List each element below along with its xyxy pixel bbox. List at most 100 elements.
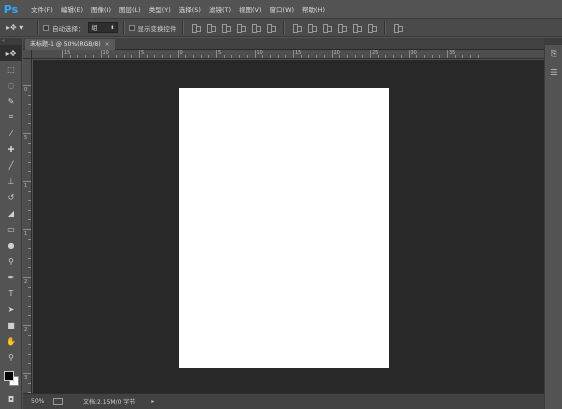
pen-tool-icon[interactable]: ✒ — [0, 269, 22, 285]
tools-panel: « ▸✥ ⬚ ◌ ✎ ⌗ ⁄ ✚ ╱ ⊥ ↺ ◢ ▭ ● ⚲ ✒ T ➤ ■ ✋… — [0, 38, 22, 409]
menu-select[interactable]: 选择(S) — [175, 4, 205, 14]
document-info-icon[interactable] — [53, 398, 63, 405]
distribute-hcenter-icon[interactable] — [352, 23, 362, 33]
distribute-left-icon[interactable] — [337, 23, 347, 33]
marquee-tool-icon[interactable]: ⬚ — [0, 61, 22, 77]
status-menu-arrow-icon[interactable]: ▸ — [151, 398, 154, 405]
align-vcenter-icon[interactable] — [206, 23, 216, 33]
align-top-icon[interactable] — [191, 23, 201, 33]
dodge-tool-icon[interactable]: ⚲ — [0, 253, 22, 269]
ruler-minor-tick — [28, 286, 31, 288]
distribute-bottom-icon[interactable] — [322, 23, 332, 33]
ruler-minor-tick — [300, 55, 302, 58]
auto-select-value: 组 — [91, 25, 98, 32]
color-swatches — [0, 365, 22, 391]
history-panel-icon[interactable]: ⎘ — [545, 45, 562, 63]
eraser-tool-icon[interactable]: ◢ — [0, 205, 22, 221]
ruler-minor-tick — [28, 257, 31, 259]
close-icon[interactable]: × — [105, 41, 110, 48]
divider — [383, 21, 385, 34]
move-tool-icon[interactable]: ▸✥ ▾ — [6, 20, 32, 35]
document-canvas[interactable] — [179, 88, 389, 368]
ruler-minor-tick — [28, 267, 31, 269]
ruler-tick — [23, 85, 31, 86]
history-brush-tool-icon[interactable]: ↺ — [0, 189, 22, 205]
path-select-tool-icon[interactable]: ➤ — [0, 301, 22, 317]
ruler-tick — [139, 50, 140, 58]
ruler-minor-tick — [28, 315, 31, 317]
type-tool-icon[interactable]: T — [0, 285, 22, 301]
align-right-icon[interactable] — [266, 23, 276, 33]
ruler-minor-tick — [385, 55, 387, 58]
ruler-minor-tick — [28, 334, 31, 336]
divider — [37, 21, 38, 34]
ruler-tick — [23, 229, 31, 230]
ruler-minor-tick — [28, 296, 31, 298]
ruler-minor-tick — [28, 382, 31, 384]
menu-edit[interactable]: 编辑(E) — [57, 4, 87, 14]
auto-align-icon[interactable] — [393, 23, 403, 33]
distribute-vcenter-icon[interactable] — [307, 23, 317, 33]
divider — [181, 21, 183, 34]
blur-tool-icon[interactable]: ● — [0, 237, 22, 253]
crop-tool-icon[interactable]: ⌗ — [0, 109, 22, 125]
zoom-level[interactable]: 50% — [31, 398, 49, 405]
ruler-tick — [23, 277, 31, 278]
distribute-top-icon[interactable] — [292, 23, 302, 33]
quick-mask-icon[interactable]: ◘ — [0, 391, 22, 407]
ruler-minor-tick — [316, 55, 318, 58]
ruler-tick — [293, 50, 294, 58]
menu-view[interactable]: 视图(V) — [235, 4, 266, 14]
ruler-minor-tick — [477, 55, 479, 58]
vertical-ruler[interactable]: 0 5 1 1 2 2 3 — [23, 59, 32, 393]
ruler-minor-tick — [123, 55, 125, 58]
ruler-minor-tick — [28, 123, 31, 125]
brush-tool-icon[interactable]: ╱ — [0, 157, 22, 173]
ruler-minor-tick — [28, 113, 31, 115]
ruler-minor-tick — [28, 142, 31, 144]
move-tool-icon[interactable]: ▸✥ — [0, 45, 22, 61]
auto-select-dropdown[interactable]: 组 ⬍ — [87, 22, 118, 33]
menu-type[interactable]: 类型(Y) — [145, 4, 175, 14]
ruler-minor-tick — [28, 219, 31, 221]
foreground-color-swatch[interactable] — [4, 371, 14, 381]
auto-select-label: 自动选择： — [52, 24, 85, 33]
ruler-minor-tick — [28, 161, 31, 163]
zoom-tool-icon[interactable]: ⚲ — [0, 349, 22, 365]
distribute-right-icon[interactable] — [367, 23, 377, 33]
transform-controls-checkbox[interactable] — [128, 24, 135, 31]
ruler-minor-tick — [28, 344, 31, 346]
ruler-minor-tick — [262, 55, 264, 58]
ruler-label: 1 — [24, 183, 28, 189]
transform-controls-label: 显示变换控件 — [137, 24, 177, 33]
menu-help[interactable]: 帮助(H) — [298, 4, 329, 14]
properties-panel-icon[interactable]: ☰ — [545, 63, 562, 81]
shape-tool-icon[interactable]: ■ — [0, 317, 22, 333]
clone-stamp-tool-icon[interactable]: ⊥ — [0, 173, 22, 189]
panel-expand-icon[interactable] — [545, 38, 562, 45]
menu-filter[interactable]: 滤镜(T) — [205, 4, 235, 14]
align-hcenter-icon[interactable] — [251, 23, 261, 33]
healing-brush-tool-icon[interactable]: ✚ — [0, 141, 22, 157]
ruler-tick — [216, 50, 217, 58]
ruler-tick — [23, 133, 31, 134]
menu-file[interactable]: 文件(F) — [27, 4, 57, 14]
document-tab[interactable]: 未标题-1 @ 50%(RGB/8) × — [25, 39, 115, 50]
panel-collapse-icon[interactable]: « — [0, 38, 21, 45]
hand-tool-icon[interactable]: ✋ — [0, 333, 22, 349]
menu-image[interactable]: 图像(I) — [87, 4, 115, 14]
auto-select-checkbox[interactable] — [43, 24, 49, 31]
horizontal-ruler[interactable]: 15 10 5 0 5 10 15 20 25 30 35 — [32, 50, 544, 59]
ruler-origin[interactable] — [23, 50, 32, 59]
ruler-minor-tick — [28, 353, 31, 355]
eyedropper-tool-icon[interactable]: ⁄ — [0, 125, 22, 141]
menu-window[interactable]: 窗口(W) — [266, 4, 299, 14]
align-left-icon[interactable] — [236, 23, 246, 33]
quick-select-tool-icon[interactable]: ✎ — [0, 93, 22, 109]
gradient-tool-icon[interactable]: ▭ — [0, 221, 22, 237]
canvas-workspace[interactable] — [33, 60, 544, 393]
lasso-tool-icon[interactable]: ◌ — [0, 77, 22, 93]
align-bottom-icon[interactable] — [221, 23, 231, 33]
menu-layer[interactable]: 图层(L) — [115, 4, 145, 14]
ruler-tick — [331, 50, 333, 58]
